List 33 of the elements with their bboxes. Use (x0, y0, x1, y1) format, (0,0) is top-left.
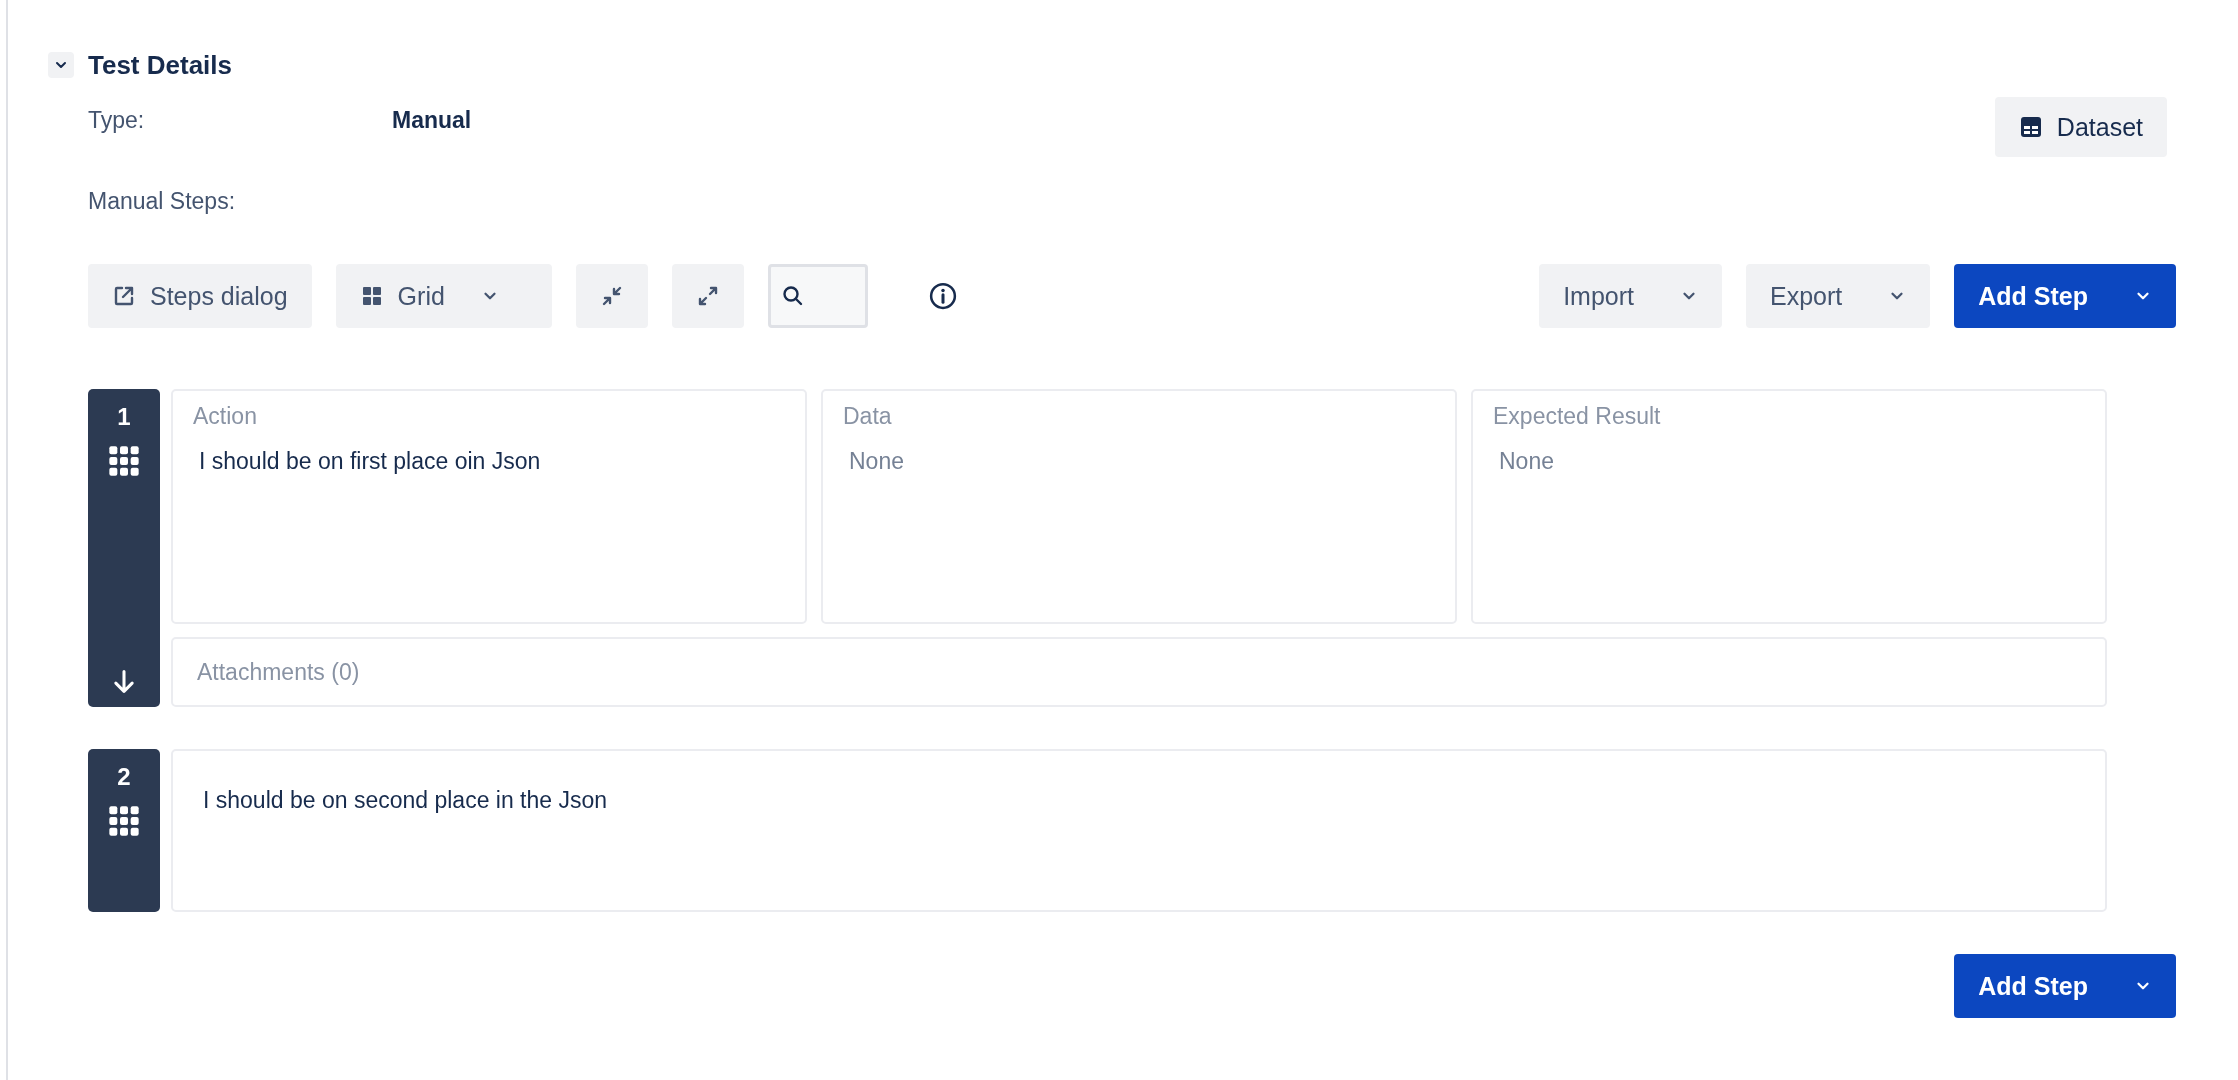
step-number: 2 (117, 763, 131, 791)
info-icon[interactable] (927, 281, 958, 311)
section-title: Test Details (88, 49, 232, 81)
add-step-button[interactable]: Add Step (1954, 264, 2176, 328)
step-field-card[interactable]: Data None (821, 389, 1457, 624)
view-dropdown[interactable]: Grid (335, 264, 552, 328)
field-label: Expected Result (1493, 403, 1662, 430)
type-label: Type: (88, 107, 146, 134)
type-value: Manual (392, 107, 472, 134)
dropdown-button[interactable]: Export (1746, 264, 1931, 328)
steps-dialog-button[interactable]: Steps dialog (88, 264, 312, 328)
field-value: None (848, 448, 905, 475)
search-icon (780, 284, 805, 308)
step-number: 1 (117, 403, 131, 431)
step-card[interactable]: I should be on second place in the Json (171, 749, 2107, 912)
search-field[interactable] (767, 264, 868, 328)
field-value: None (1498, 448, 1555, 475)
attachments-label: Attachments (0) (197, 658, 360, 686)
manual-steps-label: Manual Steps: (88, 187, 237, 216)
collapse-toggle[interactable] (48, 52, 74, 78)
step-field-card[interactable]: Expected Result None (1471, 389, 2107, 624)
step-action: I should be on second place in the Json (203, 787, 608, 813)
add-step-button[interactable]: Add Step (1954, 954, 2176, 1018)
field-label: Action (193, 403, 258, 430)
step-field-card[interactable]: Action I should be on first place oin Json (171, 389, 807, 624)
field-label: Data (843, 403, 893, 430)
field-value: I should be on first place oin Json (198, 448, 542, 475)
dropdown-button[interactable]: Import (1539, 264, 1722, 328)
drag-handle-icon[interactable] (108, 445, 140, 477)
dataset-button[interactable]: Dataset (1994, 97, 2167, 157)
external-link-icon (112, 284, 136, 308)
table-icon (2018, 115, 2043, 139)
drag-handle-icon[interactable] (108, 805, 140, 837)
